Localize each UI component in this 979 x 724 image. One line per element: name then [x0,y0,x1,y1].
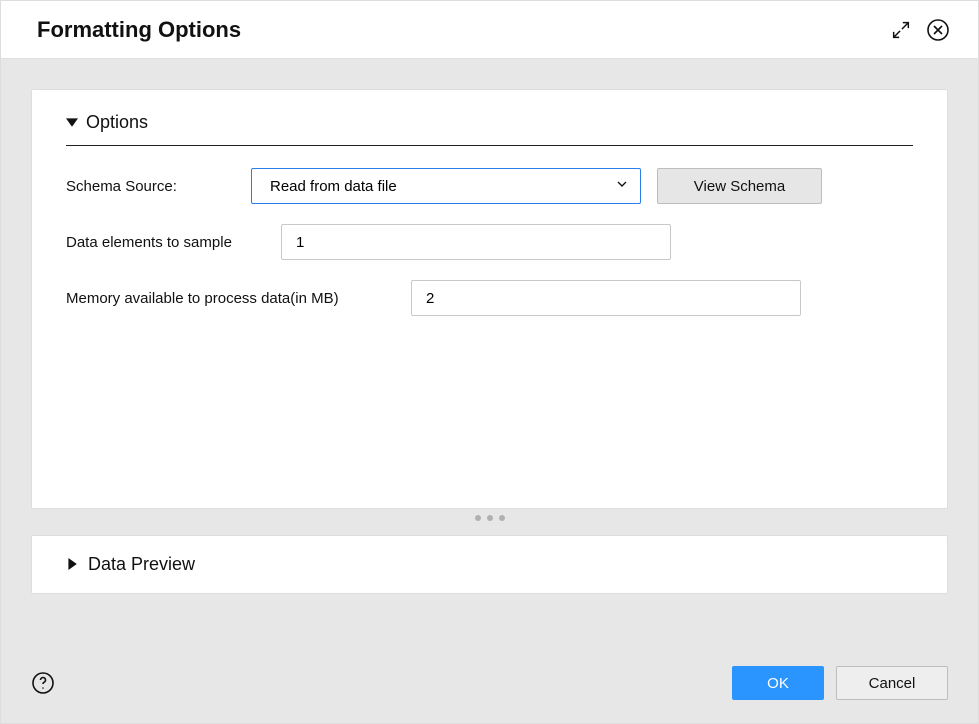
expand-icon[interactable] [890,19,912,41]
memory-input[interactable] [411,280,801,316]
title-bar: Formatting Options [1,1,978,59]
data-preview-heading: Data Preview [88,554,195,575]
schema-source-value: Read from data file [270,178,397,195]
data-preview-panel: Data Preview [31,535,948,594]
sample-input[interactable] [281,224,671,260]
memory-row: Memory available to process data(in MB) [66,280,913,316]
schema-source-label: Schema Source: [66,178,251,195]
ok-button[interactable]: OK [732,666,824,700]
dialog-body: Options Schema Source: Read from data fi… [1,59,978,643]
chevron-down-icon [66,112,78,133]
sample-row: Data elements to sample [66,224,913,260]
options-divider [66,145,913,146]
resize-handle[interactable] [31,509,948,527]
close-icon[interactable] [926,18,950,42]
help-icon[interactable] [31,671,55,695]
options-panel: Options Schema Source: Read from data fi… [31,89,948,509]
cancel-button[interactable]: Cancel [836,666,948,700]
options-toggle[interactable]: Options [66,112,913,133]
memory-label: Memory available to process data(in MB) [66,290,411,307]
sample-label: Data elements to sample [66,234,281,251]
chevron-right-icon [66,554,78,575]
options-heading: Options [86,112,148,133]
view-schema-button[interactable]: View Schema [657,168,822,204]
title-actions [890,18,950,42]
dialog-footer: OK Cancel [1,643,978,723]
footer-buttons: OK Cancel [732,666,948,700]
chevron-down-icon [614,176,630,196]
schema-source-select[interactable]: Read from data file [251,168,641,204]
dialog: Formatting Options Option [0,0,979,724]
dialog-title: Formatting Options [37,17,241,43]
schema-source-row: Schema Source: Read from data file View … [66,168,913,204]
data-preview-toggle[interactable]: Data Preview [66,554,913,575]
